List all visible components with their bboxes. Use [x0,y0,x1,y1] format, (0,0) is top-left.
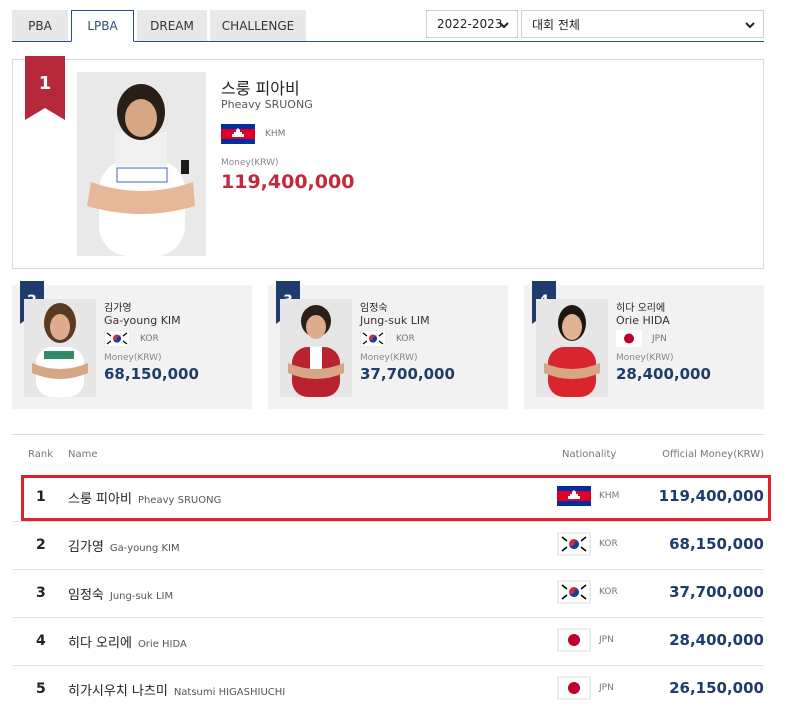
player-photo [536,299,608,397]
row-rank: 4 [36,633,46,649]
season-select-value: 2022-2023 [437,17,503,31]
player-name-en: Pheavy SRUONG [221,98,313,111]
rank-4-card[interactable]: 4 히다 오리에 Orie HIDA JPN Money(KRW) 28,400… [524,281,764,409]
money-label: Money(KRW) [360,353,418,363]
tab-challenge[interactable]: CHALLENGE [210,10,306,42]
row-name-en: Natsumi HIGASHIUCHI [173,687,286,698]
jpn-flag-icon [557,676,591,700]
player-nationality: KOR [360,330,415,347]
tournament-select[interactable]: 대회 전체 [521,10,764,38]
player-name-en: Ga-young KIM [104,314,181,327]
row-nationality: JPN [599,635,614,645]
ranking-table-header: Rank Name Nationality Official Money(KRW… [12,434,764,474]
kor-flag-icon [557,580,591,604]
rank-1-card[interactable]: 1 스룽 피아비 Pheavy SRUONG KHM Money(KRW) 11… [12,56,764,269]
header-nationality: Nationality [562,449,617,460]
player-name-ko: 임정숙 [360,303,388,314]
money-label: Money(KRW) [221,158,279,168]
player-nationality: KHM [221,124,285,144]
kor-flag-icon [557,532,591,556]
player-name-ko: 히다 오리에 [616,303,666,314]
season-select[interactable]: 2022-2023 [426,10,518,38]
rank-2-card[interactable]: 2 김가영 Ga-young KIM KOR Money(KRW) 68,150… [12,281,252,409]
row-money: 26,150,000 [669,679,764,697]
money-label: Money(KRW) [104,353,162,363]
row-highlight-box [21,475,771,521]
row-name: 김가영 Ga-young KIM [68,536,180,555]
league-tabs: PBA LPBA DREAM CHALLENGE [12,10,306,42]
row-rank: 2 [36,537,46,553]
player-name-en: Orie HIDA [616,314,670,327]
kor-flag-icon [360,330,386,347]
row-money: 68,150,000 [669,535,764,553]
chevron-down-icon [499,22,509,29]
tab-lpba[interactable]: LPBA [71,10,134,42]
nationality-code: KOR [140,333,159,344]
nationality-code: KHM [265,129,286,139]
row-money: 37,700,000 [669,583,764,601]
money-value: 28,400,000 [616,365,711,383]
row-nationality: KOR [599,587,618,597]
row-name-ko: 임정숙 [68,588,104,603]
chevron-down-icon [745,22,755,29]
money-label: Money(KRW) [616,353,674,363]
player-photo [77,72,206,256]
tab-dream[interactable]: DREAM [137,10,207,42]
row-money: 28,400,000 [669,631,764,649]
table-row[interactable]: 3 임정숙 Jung-suk LIM KOR 37,700,000 [12,570,764,618]
khm-flag-icon [221,124,255,144]
tournament-select-value: 대회 전체 [532,17,580,32]
money-value: 37,700,000 [360,365,455,383]
row-rank: 5 [36,681,46,697]
player-photo [24,299,96,397]
nationality-code: KOR [396,333,415,344]
player-name-ko: 스룽 피아비 [221,79,300,98]
row-name-ko: 히가시우치 나츠미 [68,684,168,699]
row-name-en: Orie HIDA [137,639,187,650]
rank-badge: 1 [25,56,65,120]
player-name-en: Jung-suk LIM [360,314,430,327]
player-photo [280,299,352,397]
player-nationality: KOR [104,330,159,347]
row-name: 임정숙 Jung-suk LIM [68,584,173,603]
money-value: 119,400,000 [221,171,355,193]
table-row[interactable]: 2 김가영 Ga-young KIM KOR 68,150,000 [12,522,764,570]
player-name-ko: 김가영 [104,303,132,314]
nationality-code: JPN [652,333,667,344]
header-name: Name [68,449,98,460]
row-rank: 3 [36,585,46,601]
row-nationality: KOR [599,539,618,549]
tab-pba[interactable]: PBA [12,10,68,42]
header-money: Official Money(KRW) [662,449,764,460]
row-name-ko: 김가영 [68,540,104,555]
row-name-en: Jung-suk LIM [109,591,174,602]
player-nationality: JPN [616,330,667,347]
row-name: 히다 오리에 Orie HIDA [68,632,187,651]
row-name-en: Ga-young KIM [109,543,180,554]
header-rank: Rank [28,449,53,460]
row-name-ko: 히다 오리에 [68,636,132,651]
jpn-flag-icon [616,330,642,347]
jpn-flag-icon [557,628,591,652]
row-name: 히가시우치 나츠미 Natsumi HIGASHIUCHI [68,680,285,699]
table-row[interactable]: 5 히가시우치 나츠미 Natsumi HIGASHIUCHI JPN 26,15… [12,666,764,706]
table-row[interactable]: 4 히다 오리에 Orie HIDA JPN 28,400,000 [12,618,764,666]
kor-flag-icon [104,330,130,347]
rank-3-card[interactable]: 3 임정숙 Jung-suk LIM KOR Money(KRW) 37,700… [268,281,508,409]
row-nationality: JPN [599,683,614,693]
money-value: 68,150,000 [104,365,199,383]
